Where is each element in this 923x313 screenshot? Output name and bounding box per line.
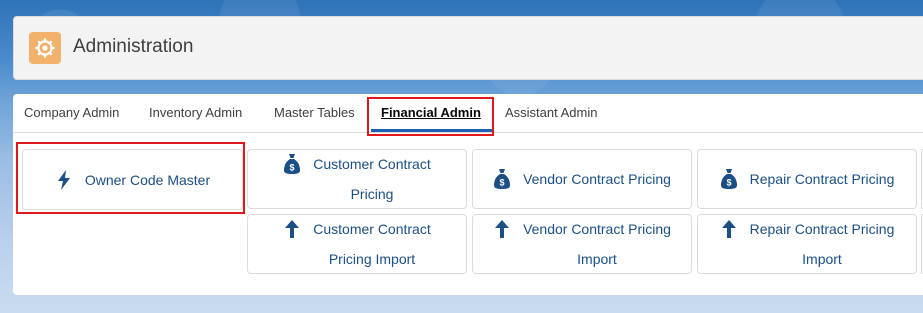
page-header: Administration [13,16,923,80]
tile-vendor-contract-pricing-import[interactable]: Vendor Contract Pricing Import [472,214,692,274]
tile-repair-contract-pricing[interactable]: $ Repair Contract Pricing [697,149,917,209]
arrow-up-icon [720,218,738,240]
tile-customer-contract-pricing-import[interactable]: Customer Contract Pricing Import [247,214,467,274]
svg-text:$: $ [290,163,295,173]
tile-label: Vendor Contract Pricing Import [523,221,671,267]
arrow-up-icon [493,218,511,240]
tile-customer-contract-pricing[interactable]: $ Customer Contract Pricing [247,149,467,209]
page-title: Administration [73,36,194,57]
money-bag-icon: $ [720,168,738,190]
tab-assistant-admin[interactable]: Assistant Admin [505,105,598,120]
tab-company-admin[interactable]: Company Admin [24,105,119,120]
tile-label: Repair Contract Pricing [749,171,895,187]
gear-icon [29,32,61,64]
svg-text:$: $ [500,178,505,188]
tile-label: Customer Contract Pricing Import [313,221,431,267]
active-tab-highlight [367,97,494,136]
tab-master-tables[interactable]: Master Tables [274,105,355,120]
tile-vendor-contract-pricing[interactable]: $ Vendor Contract Pricing [472,149,692,209]
tile-label: Vendor Contract Pricing [523,171,671,187]
tab-inventory-admin[interactable]: Inventory Admin [149,105,242,120]
tab-bar: Company Admin Inventory Admin Master Tab… [13,94,923,136]
selected-tile-highlight [16,142,245,214]
tile-repair-contract-pricing-import[interactable]: Repair Contract Pricing Import [697,214,917,274]
svg-text:$: $ [726,178,731,188]
money-bag-icon: $ [493,168,511,190]
tile-label: Repair Contract Pricing Import [749,221,895,267]
arrow-up-icon [283,218,301,240]
money-bag-icon: $ [283,153,301,175]
tile-label: Customer Contract Pricing [313,156,431,202]
